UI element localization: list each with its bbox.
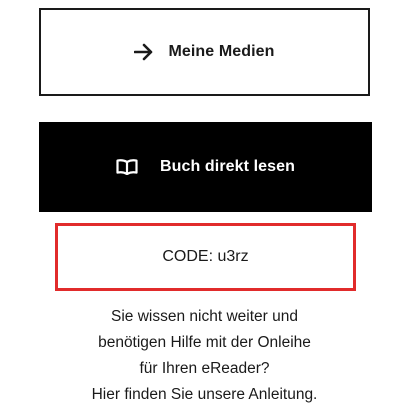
access-code-box: CODE: u3rz: [55, 223, 356, 291]
read-book-button[interactable]: Buch direkt lesen: [39, 122, 372, 212]
help-line: für Ihren eReader?: [139, 360, 270, 377]
help-text: Sie wissen nicht weiter und benötigen Hi…: [30, 304, 379, 408]
read-book-label: Buch direkt lesen: [159, 158, 296, 175]
page: Meine Medien Buch direkt lesen CODE: u3r…: [0, 0, 409, 412]
help-line: benötigen Hilfe mit der Onleihe: [98, 334, 311, 351]
help-link-line[interactable]: Hier finden Sie unsere Anleitung.: [30, 382, 379, 408]
open-book-icon: [116, 159, 138, 175]
help-line: Sie wissen nicht weiter und: [111, 308, 298, 325]
arrow-right-icon: [134, 43, 154, 61]
my-media-label: Meine Medien: [168, 43, 275, 60]
access-code-text: CODE: u3rz: [162, 248, 249, 265]
my-media-button[interactable]: Meine Medien: [39, 8, 370, 96]
